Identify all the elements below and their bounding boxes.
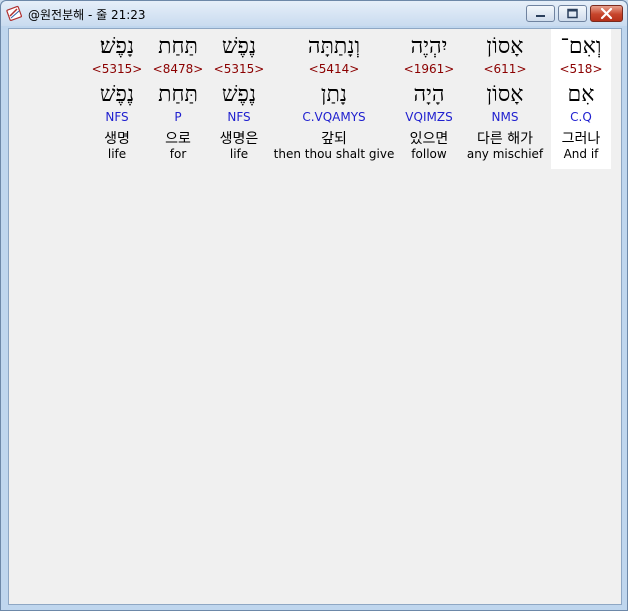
strong-number: <8478> xyxy=(152,62,204,76)
korean-gloss: 생명 xyxy=(104,131,130,147)
strong-number: <5414> xyxy=(308,62,360,76)
word-column[interactable]: תַּחַת <8478> תַּחַת P 으로 for xyxy=(151,29,205,169)
english-gloss: life xyxy=(107,147,127,161)
interlinear-panel: וְאִם־ <518> אִם C.Q 그러나 And if אָסוֹן <… xyxy=(8,28,622,605)
strong-number: <5315> xyxy=(91,62,143,76)
word-column[interactable]: וְנָתַתָּה <5414> נָתַן C.VQAMYS 갚되 then… xyxy=(271,29,397,169)
hebrew-lemma: נָתַן xyxy=(320,82,348,107)
word-column[interactable]: נָפֶשׁ׃ <5315> נֶפֶשׁ NFS 생명 life xyxy=(89,29,145,169)
english-gloss: any mischief xyxy=(466,147,544,161)
korean-gloss: 으로 xyxy=(165,131,191,147)
hebrew-lemma: אָסוֹן xyxy=(486,82,524,107)
strong-number: <5315> xyxy=(213,62,265,76)
app-icon xyxy=(6,5,22,21)
hebrew-lemma: הָיָה xyxy=(413,82,445,107)
morphology-code: NFS xyxy=(227,110,251,124)
hebrew-word: וְאִם־ xyxy=(560,34,602,59)
hebrew-lemma: תַּחַת xyxy=(158,82,198,107)
hebrew-word: וְנָתַתָּה xyxy=(307,34,361,59)
hebrew-word: נָפֶשׁ׃ xyxy=(99,34,135,59)
minimize-button[interactable] xyxy=(526,5,555,22)
hebrew-lemma: נֶפֶשׁ xyxy=(221,82,257,107)
morphology-code: C.Q xyxy=(570,110,592,124)
korean-gloss: 그러나 xyxy=(561,131,601,147)
english-gloss: for xyxy=(169,147,187,161)
hebrew-word: תַּחַת xyxy=(158,34,198,59)
hebrew-word: יִהְיֶה xyxy=(410,34,448,59)
minimize-icon xyxy=(536,15,545,17)
english-gloss: follow xyxy=(411,147,447,161)
title-bar[interactable]: @원전분해 - 줄 21:23 xyxy=(1,1,627,26)
morphology-code: VQIMZS xyxy=(405,110,453,124)
word-column[interactable]: אָסוֹן <611> אָסוֹן NMS 다른 해가 any mischi… xyxy=(465,29,545,169)
english-gloss: then thou shalt give xyxy=(273,147,395,161)
app-window: @원전분해 - 줄 21:23 וְאִם־ <518> אִם C.Q 그러나… xyxy=(0,0,628,611)
korean-gloss: 있으면 xyxy=(409,131,449,147)
close-button[interactable] xyxy=(590,5,623,22)
word-column[interactable]: וְאִם־ <518> אִם C.Q 그러나 And if xyxy=(551,29,611,169)
maximize-button[interactable] xyxy=(558,5,587,22)
english-gloss: And if xyxy=(563,147,599,161)
korean-gloss: 갚되 xyxy=(321,131,347,147)
morphology-code: C.VQAMYS xyxy=(302,110,366,124)
english-gloss: life xyxy=(229,147,249,161)
strong-number: <1961> xyxy=(403,62,455,76)
hebrew-word: אָסוֹן xyxy=(486,34,524,59)
morphology-code: NFS xyxy=(105,110,129,124)
korean-gloss: 생명은 xyxy=(219,131,259,147)
korean-gloss: 다른 해가 xyxy=(477,131,533,147)
hebrew-word: נֶפֶשׁ xyxy=(221,34,257,59)
hebrew-lemma: אִם xyxy=(567,82,595,107)
word-column[interactable]: נֶפֶשׁ <5315> נֶפֶשׁ NFS 생명은 life xyxy=(211,29,267,169)
window-title: @원전분해 - 줄 21:23 xyxy=(28,8,146,22)
close-icon xyxy=(600,7,613,20)
morphology-code: NMS xyxy=(491,110,519,124)
strong-number: <518> xyxy=(559,62,603,76)
hebrew-lemma: נֶפֶשׁ xyxy=(99,82,135,107)
strong-number: <611> xyxy=(483,62,527,76)
morphology-code: P xyxy=(174,110,182,124)
maximize-icon xyxy=(567,8,578,19)
word-column[interactable]: יִהְיֶה <1961> הָיָה VQIMZS 있으면 follow xyxy=(393,29,465,169)
